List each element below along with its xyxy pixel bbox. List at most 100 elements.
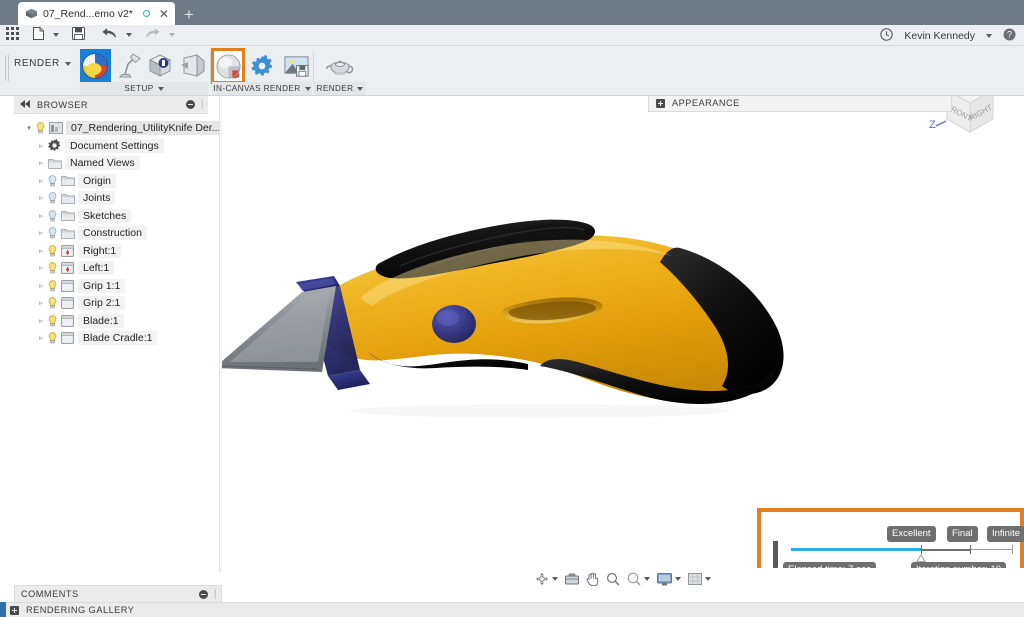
lightbulb-on-icon[interactable] xyxy=(46,297,59,309)
expand-arrow-icon[interactable]: ▹ xyxy=(36,142,46,150)
grid-snaps-caret-icon[interactable] xyxy=(705,577,711,581)
utility-knife-model[interactable] xyxy=(222,180,850,440)
tree-item-grip-1-1[interactable]: ▹ Grip 1:1 xyxy=(0,277,222,295)
collapse-left-icon[interactable] xyxy=(20,99,31,110)
group-caret-icon[interactable] xyxy=(304,86,311,91)
undo-arrow-icon[interactable] xyxy=(102,28,117,42)
tree-item-left-1[interactable]: ▹ Left:1 xyxy=(0,260,222,278)
expand-arrow-icon[interactable]: ▹ xyxy=(36,317,46,325)
close-icon[interactable]: ✕ xyxy=(159,8,169,20)
expand-arrow-icon[interactable]: ▹ xyxy=(36,229,46,237)
slider-thumb[interactable] xyxy=(915,554,926,562)
scene-settings-command[interactable] xyxy=(113,49,144,83)
panel-options-icon[interactable] xyxy=(185,100,195,109)
capture-image-command[interactable] xyxy=(280,49,312,83)
file-menu-caret-icon[interactable] xyxy=(53,33,59,37)
tree-item-joints[interactable]: ▹ Joints xyxy=(0,190,222,208)
user-name[interactable]: Kevin Kennedy xyxy=(904,30,975,42)
panel-resize-handle[interactable]: | xyxy=(201,99,204,110)
expand-plus-icon[interactable] xyxy=(656,98,665,108)
group-caret-icon[interactable] xyxy=(157,86,164,91)
lightbulb-on-icon[interactable] xyxy=(46,332,59,344)
expand-arrow-icon[interactable]: ▹ xyxy=(36,159,46,167)
zoom-tool[interactable] xyxy=(606,572,620,586)
tree-item-construction[interactable]: ▹ Construction xyxy=(0,225,222,243)
lightbulb-off-icon[interactable] xyxy=(46,227,59,239)
render-quality-slider[interactable] xyxy=(791,545,1013,562)
expand-arrow-icon[interactable]: ▹ xyxy=(36,212,46,220)
tree-item-document-settings[interactable]: ▹ Document Settings xyxy=(0,137,222,155)
tree-item-named-views[interactable]: ▹ Named Views xyxy=(0,155,222,173)
display-settings-caret-icon[interactable] xyxy=(675,577,681,581)
mark-label-infinite[interactable]: Infinite xyxy=(987,526,1024,542)
lightbulb-off-icon[interactable] xyxy=(46,209,59,222)
tree-item-blade-1[interactable]: ▹ Blade:1 xyxy=(0,312,222,330)
comments-resize-handle[interactable]: | xyxy=(214,589,217,600)
lightbulb-on-icon[interactable] xyxy=(46,262,59,274)
orbit-tool[interactable] xyxy=(535,572,558,586)
clock-icon[interactable] xyxy=(880,27,894,44)
lightbulb-on-icon[interactable] xyxy=(46,244,59,257)
look-at-tool[interactable] xyxy=(565,573,579,585)
undo-menu-caret-icon[interactable] xyxy=(126,33,132,37)
texture-map-controls-command[interactable] xyxy=(145,49,176,83)
panel-options-icon[interactable] xyxy=(198,589,208,599)
expand-arrow-icon[interactable]: ▾ xyxy=(24,124,34,132)
lightbulb-off-icon[interactable] xyxy=(46,192,59,204)
render-command[interactable] xyxy=(322,49,358,83)
lightbulb-on-icon[interactable] xyxy=(46,314,59,327)
tree-root-node[interactable]: ▾ 07_Rendering_UtilityKnife Der... xyxy=(0,118,243,137)
pause-icon[interactable] xyxy=(773,541,786,575)
grid-snaps[interactable] xyxy=(688,572,711,586)
lightbulb-on-icon[interactable] xyxy=(46,279,59,292)
ribbon-grip[interactable] xyxy=(5,55,9,81)
file-icon[interactable] xyxy=(33,27,44,43)
body-icon xyxy=(59,297,76,310)
decal-command[interactable] xyxy=(178,49,209,83)
workspace-caret-icon[interactable] xyxy=(64,61,71,66)
lightbulb-on-icon[interactable] xyxy=(34,121,47,134)
tree-item-sketches[interactable]: ▹ Sketches xyxy=(0,207,222,225)
grid-icon[interactable] xyxy=(6,27,19,43)
expand-plus-icon[interactable] xyxy=(10,605,19,615)
comments-panel[interactable]: COMMENTS | xyxy=(14,585,222,602)
display-settings[interactable] xyxy=(657,572,681,586)
browser-tree: ▾ 07_Rendering_UtilityKnife Der... ▹ Docu… xyxy=(0,114,243,348)
new-tab-icon[interactable]: + xyxy=(178,6,200,25)
expand-arrow-icon[interactable]: ▹ xyxy=(36,334,46,342)
in-canvas-render-settings-command[interactable] xyxy=(246,49,278,83)
tree-item-origin[interactable]: ▹ Origin xyxy=(0,172,222,190)
ribbon-group-label-render[interactable]: RENDER xyxy=(314,82,366,95)
expand-arrow-icon[interactable]: ▹ xyxy=(36,247,46,255)
appearance-dialog[interactable]: APPEARANCE xyxy=(648,96,952,112)
zoom-window-caret-icon[interactable] xyxy=(644,577,650,581)
orbit-caret-icon[interactable] xyxy=(552,577,558,581)
in-canvas-render-command[interactable] xyxy=(211,48,245,84)
appearance-command[interactable] xyxy=(80,49,111,83)
help-question-icon[interactable]: ? xyxy=(1003,28,1016,44)
tree-item-grip-2-1[interactable]: ▹ Grip 2:1 xyxy=(0,295,222,313)
tree-item-right-1[interactable]: ▹ Right:1 xyxy=(0,242,222,260)
user-menu-caret-icon[interactable] xyxy=(986,33,992,38)
appearance-dialog-title: APPEARANCE xyxy=(672,98,740,108)
group-caret-icon[interactable] xyxy=(357,86,364,91)
expand-arrow-icon[interactable]: ▹ xyxy=(36,264,46,272)
expand-arrow-icon[interactable]: ▹ xyxy=(36,177,46,185)
redo-menu-caret-icon[interactable] xyxy=(169,33,175,37)
pan-tool[interactable] xyxy=(586,572,599,586)
mark-label-final[interactable]: Final xyxy=(947,526,978,542)
workspace-selector[interactable]: RENDER xyxy=(14,58,71,69)
redo-arrow-icon[interactable] xyxy=(145,28,160,42)
expand-arrow-icon[interactable]: ▹ xyxy=(36,282,46,290)
mark-label-excellent[interactable]: Excellent xyxy=(887,526,936,542)
lightbulb-off-icon[interactable] xyxy=(46,174,59,187)
document-tab[interactable]: 07_Rend...emo v2* ✕ xyxy=(18,2,175,25)
tree-item-blade-cradle-1[interactable]: ▹ Blade Cradle:1 xyxy=(0,330,222,348)
ribbon-group-label-in-canvas-render[interactable]: IN-CANVAS RENDER xyxy=(212,82,312,95)
rendering-gallery-bar[interactable]: RENDERING GALLERY xyxy=(0,602,1024,617)
expand-arrow-icon[interactable]: ▹ xyxy=(36,299,46,307)
ribbon-group-label-setup[interactable]: SETUP xyxy=(80,82,208,95)
zoom-window-tool[interactable] xyxy=(627,572,650,586)
expand-arrow-icon[interactable]: ▹ xyxy=(36,194,46,202)
save-icon[interactable] xyxy=(72,27,85,43)
